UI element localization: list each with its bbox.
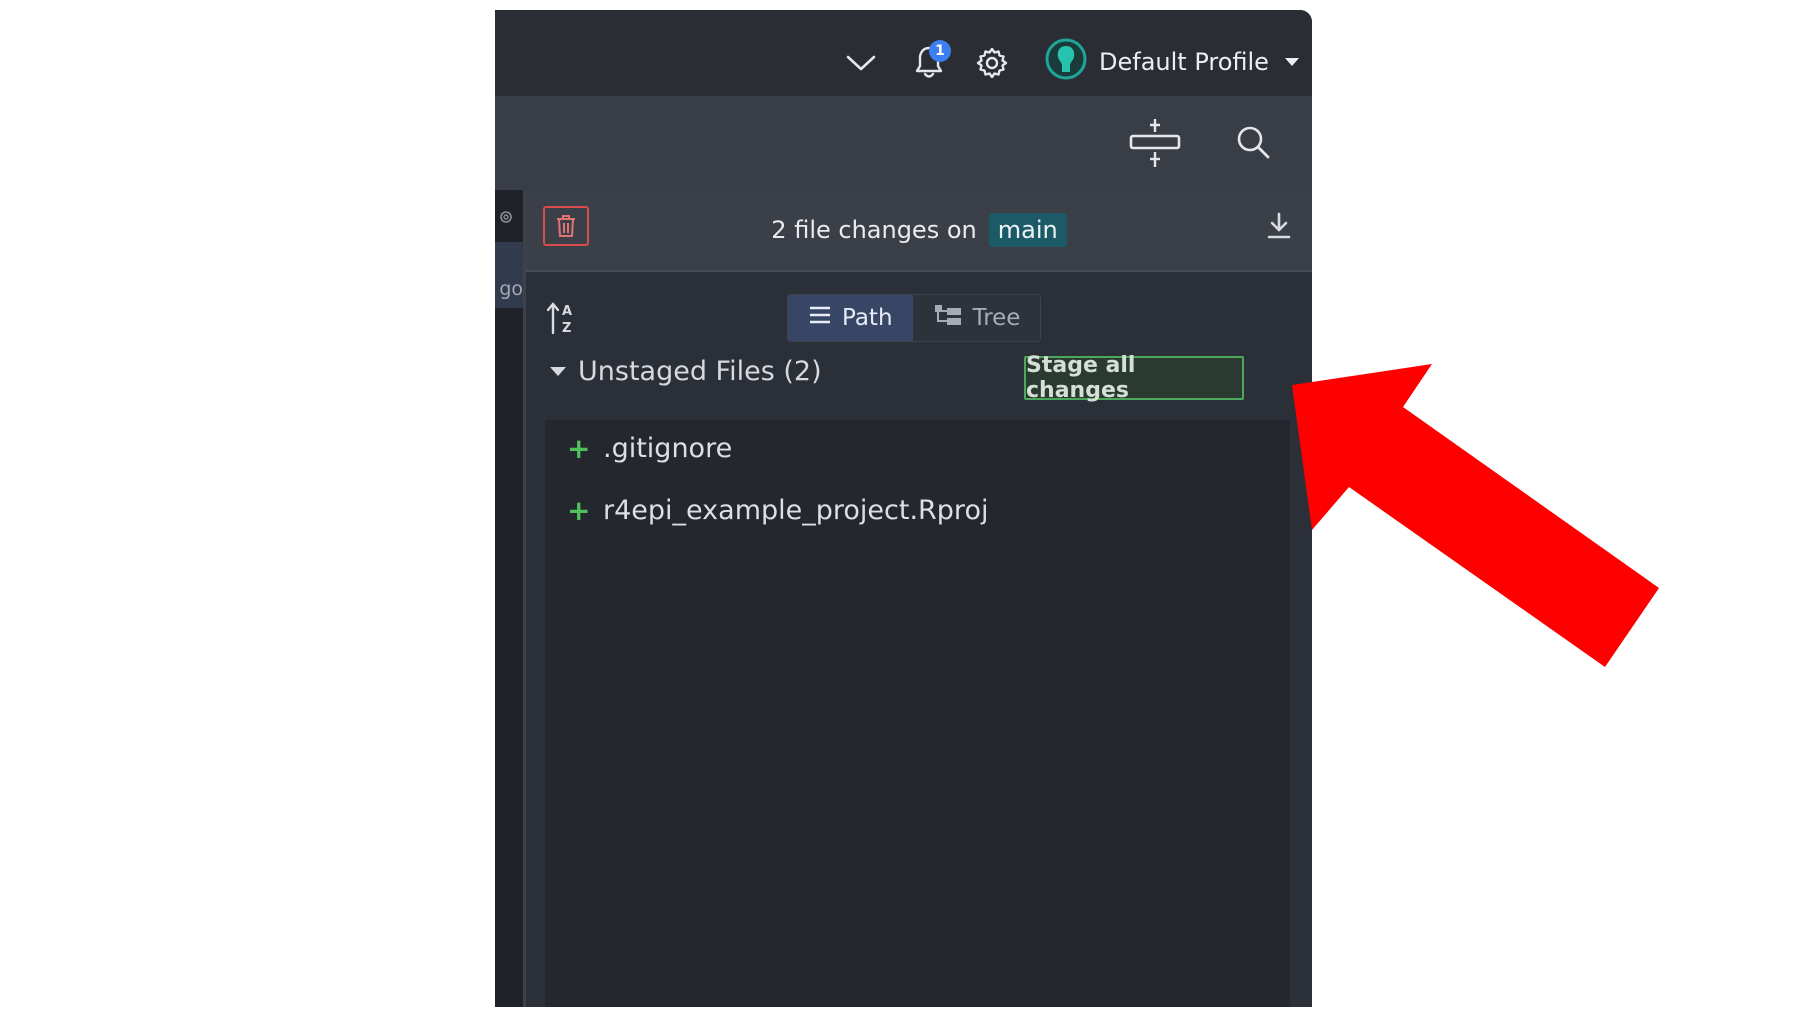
top-bar: 1 Default Profile xyxy=(495,10,1312,96)
arrow-shape xyxy=(1292,364,1659,667)
file-row[interactable]: + .gitignore xyxy=(567,432,732,465)
secondary-toolbar xyxy=(495,96,1312,190)
screenshot-canvas: 1 Default Profile go 2 file changes on m… xyxy=(0,0,1801,1013)
workspace-toggle-icon[interactable] xyxy=(1127,116,1183,170)
gitkraken-window: 1 Default Profile go 2 file changes on m… xyxy=(495,10,1312,1007)
notification-count-badge: 1 xyxy=(929,40,951,62)
trash-icon xyxy=(557,215,575,237)
panel-header: 2 file changes on main xyxy=(526,190,1312,272)
file-changes-panel: 2 file changes on main A Z Path Tree Uns… xyxy=(526,190,1312,1007)
tree-view-tab[interactable]: Tree xyxy=(912,295,1041,341)
path-view-tab[interactable]: Path xyxy=(788,295,913,341)
tree-view-label: Tree xyxy=(972,305,1021,331)
gear-icon[interactable] xyxy=(497,208,515,226)
search-icon[interactable] xyxy=(1233,122,1273,162)
file-changes-summary: 2 file changes on main xyxy=(526,190,1312,270)
caret-down-icon xyxy=(1284,58,1299,66)
profile-name: Default Profile xyxy=(1099,48,1269,76)
discard-changes-button[interactable] xyxy=(543,206,589,246)
left-sidebar-partial: go xyxy=(495,190,523,1007)
gear-icon[interactable] xyxy=(973,44,1011,82)
added-file-icon: + xyxy=(567,494,591,527)
branch-badge: main xyxy=(988,213,1067,247)
sidebar-item-label: go xyxy=(499,278,523,300)
chevron-down-icon[interactable] xyxy=(843,48,879,78)
stage-all-changes-button[interactable]: Stage all changes xyxy=(1024,353,1244,403)
caret-down-icon xyxy=(550,367,566,376)
sort-alpha-icon[interactable]: A Z xyxy=(544,298,578,338)
unstaged-files-toggle[interactable]: Unstaged Files (2) xyxy=(550,356,822,387)
file-name: .gitignore xyxy=(603,433,733,464)
download-icon[interactable] xyxy=(1264,210,1294,242)
path-view-label: Path xyxy=(842,305,893,331)
list-icon xyxy=(808,305,832,331)
view-mode-toggle: Path Tree xyxy=(787,294,1042,342)
tree-icon xyxy=(933,303,963,333)
added-file-icon: + xyxy=(567,432,591,465)
gitkraken-logo-icon xyxy=(1045,38,1087,86)
profile-selector[interactable]: Default Profile xyxy=(1045,38,1299,86)
file-row[interactable]: + r4epi_example_project.Rproj xyxy=(567,494,988,527)
file-changes-label: 2 file changes on xyxy=(771,216,977,244)
unstaged-files-title: Unstaged Files (2) xyxy=(578,356,822,387)
svg-text:Z: Z xyxy=(562,321,571,336)
file-name: r4epi_example_project.Rproj xyxy=(603,495,989,526)
svg-text:A: A xyxy=(562,304,572,319)
unstaged-file-list: + .gitignore + r4epi_example_project.Rpr… xyxy=(545,420,1290,1007)
